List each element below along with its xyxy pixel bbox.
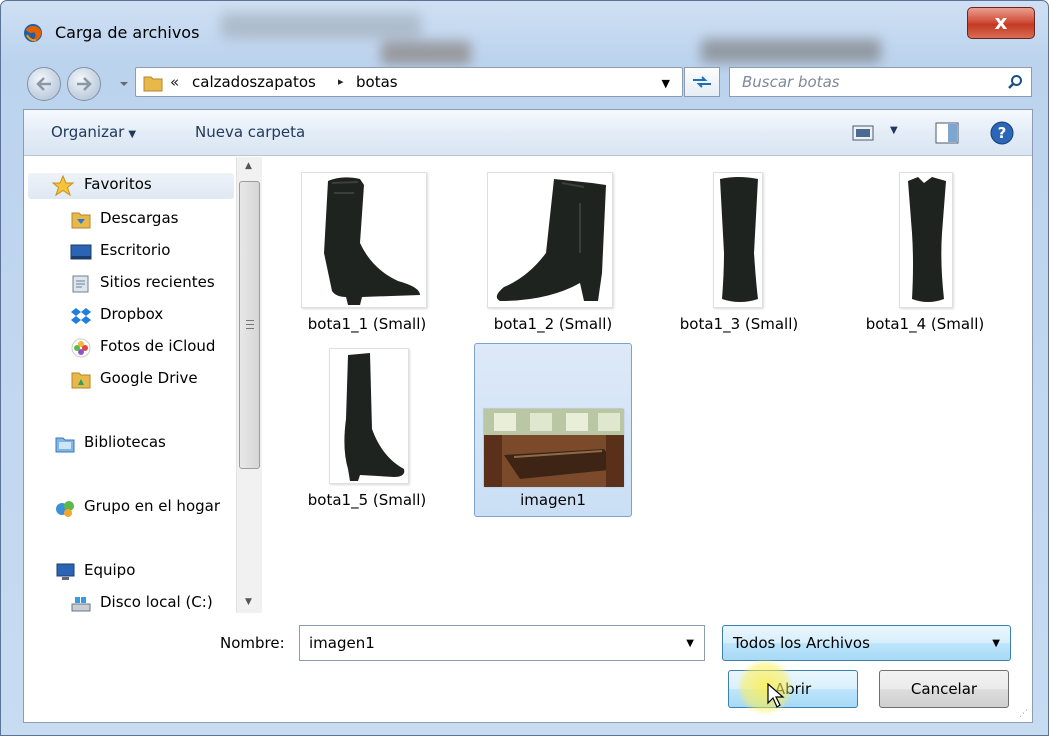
help-icon[interactable]: ?	[990, 121, 1014, 145]
navigation-pane: Favoritos Descargas Escritorio Sitios re…	[24, 157, 264, 613]
change-view-icon[interactable]	[852, 124, 874, 142]
scrollbar-thumb[interactable]	[239, 181, 260, 469]
close-icon: x	[994, 10, 1008, 34]
refresh-button[interactable]	[684, 67, 720, 97]
sidebar-item-favoritos[interactable]: Favoritos	[28, 173, 234, 199]
dropbox-icon	[71, 308, 91, 324]
address-dropdown-icon[interactable]: ▼	[662, 77, 670, 90]
close-button[interactable]: x	[967, 7, 1035, 39]
file-name: bota1_2 (Small)	[493, 315, 613, 333]
file-name: bota1_4 (Small)	[865, 315, 985, 333]
boot-image	[496, 179, 606, 301]
chevron-down-icon[interactable]: ▼	[992, 638, 1000, 649]
preview-pane-icon[interactable]	[935, 122, 959, 144]
firefox-icon	[24, 24, 42, 42]
resize-grip-icon[interactable]: ⋰	[1019, 709, 1028, 719]
boot-image	[344, 353, 405, 481]
file-name: imagen1	[520, 491, 586, 509]
sidebar-item-label: Google Drive	[100, 369, 198, 387]
window-title: Carga de archivos	[55, 23, 200, 42]
breadcrumb-item[interactable]: calzadoszapatos	[192, 73, 316, 91]
file-type-select[interactable]: Todos los Archivos ▼	[722, 625, 1011, 661]
file-item-bota1-3[interactable]: bota1_3 (Small)	[660, 167, 818, 341]
mouse-cursor-icon	[767, 683, 785, 708]
file-item-bota1-2[interactable]: bota1_2 (Small)	[474, 167, 632, 341]
file-thumbnail	[483, 408, 624, 487]
scroll-down-icon[interactable]: ▼	[245, 597, 252, 607]
file-thumbnail	[301, 172, 427, 308]
forward-button[interactable]	[67, 67, 101, 101]
sidebar-item-label: Bibliotecas	[84, 433, 166, 451]
file-name-label: Nombre:	[220, 634, 285, 652]
sidebar-item-label: Disco local (C:)	[100, 593, 213, 611]
breadcrumb-overflow[interactable]: «	[170, 73, 179, 91]
file-list: bota1_1 (Small) bota1_2 (Small) bota1_3 …	[268, 157, 1030, 613]
libraries-icon	[55, 437, 75, 453]
sidebar-item-label: Favoritos	[84, 175, 152, 193]
view-options-dropdown[interactable]: ▼	[890, 125, 898, 136]
google-drive-icon	[71, 372, 91, 389]
sidebar-item-label: Equipo	[84, 561, 136, 579]
address-bar[interactable]: « calzadoszapatos ▸ botas ▼	[135, 67, 683, 97]
chevron-down-icon: ▼	[128, 129, 137, 140]
back-button[interactable]	[27, 67, 61, 101]
dining-room-image	[484, 409, 624, 487]
folder-icon	[143, 76, 163, 92]
sidebar-item-label: Escritorio	[100, 241, 171, 259]
sidebar-item-label: Descargas	[100, 209, 179, 227]
navigation-scrollbar[interactable]: ▲ ▼	[236, 157, 262, 613]
local-disk-icon	[71, 597, 91, 612]
back-arrow-icon	[36, 77, 51, 91]
refresh-icon	[693, 76, 711, 88]
file-open-dialog: Carga de archivos x « calzadoszapatos ▸ …	[0, 0, 1049, 736]
desktop-icon	[70, 244, 92, 260]
new-folder-button[interactable]: Nueva carpeta	[195, 123, 305, 141]
star-icon	[52, 175, 74, 197]
recent-places-icon	[72, 275, 89, 293]
forward-arrow-icon	[77, 77, 92, 91]
homegroup-icon	[56, 501, 74, 517]
file-item-bota1-4[interactable]: bota1_4 (Small)	[846, 167, 1004, 341]
search-placeholder: Buscar botas	[742, 73, 840, 91]
file-thumbnail	[899, 172, 953, 308]
file-item-imagen1[interactable]: imagen1	[474, 343, 632, 517]
computer-icon	[56, 563, 75, 580]
svg-text:?: ?	[998, 124, 1007, 142]
scroll-up-icon[interactable]: ▲	[245, 161, 252, 171]
sidebar-item-label: Fotos de iCloud	[100, 337, 216, 355]
icloud-photos-icon	[71, 338, 91, 358]
breadcrumb-item[interactable]: botas	[356, 73, 398, 91]
file-thumbnail	[713, 172, 763, 308]
cancel-button[interactable]: Cancelar	[879, 670, 1009, 708]
file-name: bota1_1 (Small)	[307, 315, 427, 333]
file-name-field[interactable]: imagen1 ▼	[299, 625, 705, 661]
boot-image	[908, 177, 946, 302]
search-input[interactable]: Buscar botas	[729, 67, 1032, 97]
downloads-folder-icon	[71, 212, 91, 229]
organize-button[interactable]: Organizar ▼	[51, 123, 136, 141]
file-name: bota1_5 (Small)	[307, 491, 427, 509]
boot-image	[720, 177, 758, 302]
file-item-bota1-5[interactable]: bota1_5 (Small)	[288, 343, 446, 517]
recent-locations-dropdown[interactable]	[117, 77, 131, 91]
boot-image	[324, 177, 420, 305]
file-name: bota1_3 (Small)	[679, 315, 799, 333]
file-thumbnail	[329, 348, 409, 484]
sidebar-item-label: Sitios recientes	[100, 273, 215, 291]
sidebar-item-label: Grupo en el hogar	[84, 497, 220, 515]
command-bar: Organizar ▼ Nueva carpeta ▼ ?	[24, 110, 1032, 156]
file-type-value: Todos los Archivos	[733, 634, 870, 652]
file-name-value: imagen1	[309, 634, 375, 652]
chevron-down-icon[interactable]: ▼	[686, 638, 694, 649]
organize-label: Organizar	[51, 123, 125, 141]
grip-icon	[246, 320, 254, 329]
search-icon[interactable]	[1007, 74, 1023, 90]
file-thumbnail	[487, 172, 613, 308]
title-bar: Carga de archivos x	[1, 1, 1048, 61]
breadcrumb-separator-icon[interactable]: ▸	[338, 75, 344, 88]
sidebar-item-label: Dropbox	[100, 305, 164, 323]
file-item-bota1-1[interactable]: bota1_1 (Small)	[288, 167, 446, 341]
